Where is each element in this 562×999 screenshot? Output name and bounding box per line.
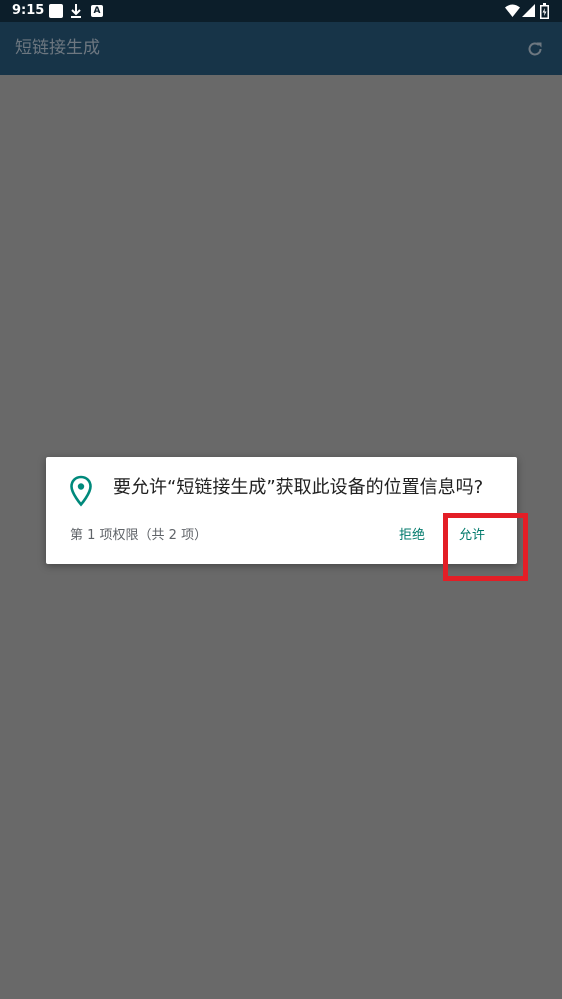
dialog-message: 要允许“短链接生成”获取此设备的位置信息吗? — [113, 477, 484, 498]
deny-button[interactable]: 拒绝 — [388, 523, 436, 549]
battery-icon — [540, 3, 549, 19]
permission-counter: 第 1 项权限（共 2 项） — [70, 528, 208, 543]
allow-button[interactable]: 允许 — [448, 523, 496, 549]
square-notification-icon — [49, 4, 63, 18]
location-pin-icon — [70, 475, 92, 507]
app-bar: 短链接生成 — [0, 22, 562, 75]
a-icon: A — [91, 5, 103, 17]
app-title: 短链接生成 — [15, 38, 100, 58]
refresh-icon — [528, 42, 542, 56]
permission-dialog: 要允许“短链接生成”获取此设备的位置信息吗? 第 1 项权限（共 2 项） 拒绝… — [46, 457, 517, 564]
signal-icon — [522, 4, 535, 17]
download-icon — [71, 4, 81, 18]
wifi-icon — [505, 4, 520, 17]
status-time: 9:15 — [12, 3, 45, 18]
refresh-button[interactable] — [522, 36, 548, 62]
status-bar: 9:15 A — [0, 0, 562, 22]
screen: 9:15 A 短链接生成 要允许“短链接生成”获取此设备的位置信息吗? 第 1 … — [0, 0, 562, 999]
